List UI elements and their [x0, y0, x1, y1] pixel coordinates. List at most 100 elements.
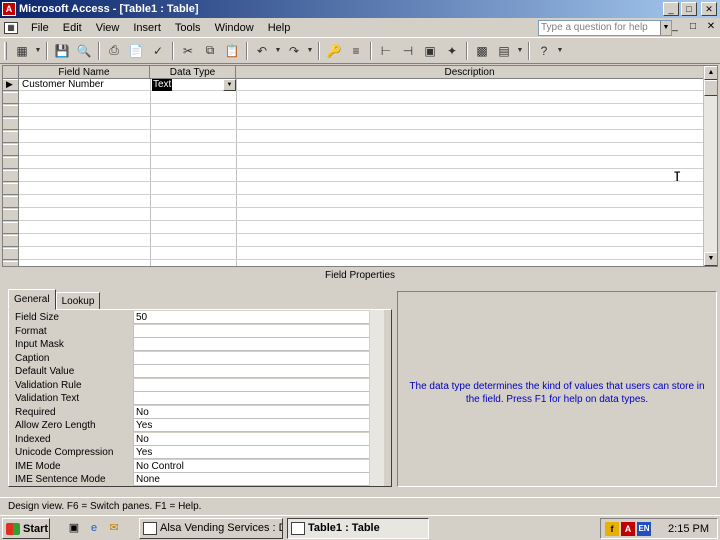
property-value-field[interactable]: None [133, 473, 369, 486]
chevron-down-icon[interactable]: ▼ [223, 79, 236, 91]
task-table1[interactable]: Table1 : Table [287, 518, 429, 539]
scroll-down-icon[interactable]: ▼ [704, 252, 717, 266]
empty-table-row[interactable] [19, 235, 703, 247]
property-value-field[interactable]: Yes [133, 446, 369, 459]
doc-minimize-button[interactable]: _ [668, 20, 682, 34]
menu-insert[interactable]: Insert [126, 22, 168, 34]
empty-table-row[interactable] [19, 183, 703, 195]
scroll-thumb[interactable] [704, 80, 717, 96]
empty-table-row[interactable] [19, 157, 703, 169]
row-selector[interactable] [3, 196, 18, 208]
minimize-button[interactable]: _ [663, 2, 679, 16]
menu-edit[interactable]: Edit [56, 22, 89, 34]
empty-table-row[interactable] [19, 209, 703, 221]
empty-table-row[interactable] [19, 261, 703, 266]
chevron-down-icon[interactable]: ▼ [33, 41, 43, 61]
copy-icon[interactable]: ⧉ [199, 41, 221, 61]
database-window-icon[interactable]: ▩ [471, 41, 493, 61]
cut-icon[interactable]: ✂ [177, 41, 199, 61]
row-selector[interactable] [3, 248, 18, 260]
grid-vertical-scrollbar[interactable]: ▲ ▼ [703, 66, 717, 266]
scroll-up-icon[interactable]: ▲ [704, 66, 717, 80]
save-icon[interactable]: 💾 [51, 41, 73, 61]
empty-table-row[interactable] [19, 196, 703, 208]
chevron-down-icon[interactable]: ▼ [273, 41, 283, 61]
outlook-express-icon[interactable]: ✉ [106, 520, 122, 536]
row-selector[interactable] [3, 118, 18, 130]
row-selector[interactable] [3, 170, 18, 182]
task-alsa-vending-services[interactable]: Alsa Vending Services : D... [139, 518, 283, 539]
build-icon[interactable]: ✦ [441, 41, 463, 61]
tray-ati-icon[interactable]: A [621, 521, 635, 536]
restore-button[interactable]: □ [681, 2, 697, 16]
print-icon[interactable]: ⎙ [103, 41, 125, 61]
new-object-icon[interactable]: ▤ [493, 41, 515, 61]
property-value-field[interactable]: Yes [133, 419, 369, 432]
paste-icon[interactable]: 📋 [221, 41, 243, 61]
property-value-field[interactable] [133, 324, 369, 338]
chevron-down-icon[interactable]: ▼ [305, 41, 315, 61]
row-selector-current[interactable]: ▶ [3, 79, 18, 91]
row-selector[interactable] [3, 183, 18, 195]
property-value-field[interactable] [133, 365, 369, 378]
row-selector[interactable] [3, 261, 18, 266]
tab-general[interactable]: General [8, 289, 56, 310]
empty-table-row[interactable] [19, 92, 703, 104]
language-indicator[interactable]: EN [637, 521, 651, 536]
row-selector[interactable] [3, 222, 18, 234]
ask-question-input[interactable]: Type a question for help ▼ [538, 20, 672, 36]
menu-view[interactable]: View [89, 22, 127, 34]
view-icon[interactable]: ▦ [11, 41, 33, 61]
row-selector[interactable] [3, 235, 18, 247]
tab-lookup[interactable]: Lookup [55, 292, 101, 310]
show-desktop-icon[interactable]: ▣ [66, 520, 82, 536]
chevron-down-icon[interactable]: ▼ [515, 41, 525, 61]
column-header-description[interactable]: Description [236, 66, 703, 79]
empty-table-row[interactable] [19, 144, 703, 156]
delete-rows-icon[interactable]: ⊣ [397, 41, 419, 61]
menu-file[interactable]: File [24, 22, 56, 34]
row-selector[interactable] [3, 92, 18, 104]
row-selector[interactable] [3, 131, 18, 143]
primary-key-icon[interactable]: 🔑 [323, 41, 345, 61]
column-header-data-type[interactable]: Data Type [150, 66, 236, 79]
menu-help[interactable]: Help [261, 22, 298, 34]
redo-icon[interactable]: ↷ [283, 41, 305, 61]
insert-rows-icon[interactable]: ⊢ [375, 41, 397, 61]
close-button[interactable]: ✕ [701, 2, 717, 16]
empty-table-row[interactable] [19, 170, 703, 182]
description-cell[interactable] [236, 79, 703, 91]
property-value-field[interactable]: No [133, 405, 369, 419]
tray-f-icon[interactable]: f [605, 521, 619, 536]
column-header-field-name[interactable]: Field Name [19, 66, 150, 79]
doc-close-button[interactable]: ✕ [704, 20, 718, 34]
menu-tools[interactable]: Tools [168, 22, 208, 34]
undo-icon[interactable]: ↶ [251, 41, 273, 61]
start-button[interactable]: Start [2, 518, 50, 539]
row-selector[interactable] [3, 209, 18, 221]
row-selector[interactable] [3, 157, 18, 169]
data-type-select[interactable]: Text ▼ [150, 79, 236, 91]
row-selector[interactable] [3, 144, 18, 156]
property-value-field[interactable] [133, 378, 369, 392]
properties-icon[interactable]: ▣ [419, 41, 441, 61]
print-preview-icon[interactable]: 📄 [125, 41, 147, 61]
field-name-cell[interactable]: Customer Number [19, 79, 150, 91]
empty-table-row[interactable] [19, 222, 703, 234]
table-document-icon[interactable]: ▦ [4, 21, 18, 34]
clock[interactable]: 2:15 PM [668, 523, 709, 535]
property-value-field[interactable] [133, 392, 369, 405]
doc-restore-button[interactable]: □ [686, 20, 700, 34]
menu-window[interactable]: Window [208, 22, 261, 34]
title-bar[interactable]: A Microsoft Access - [Table1 : Table] _ … [0, 0, 720, 18]
indexes-icon[interactable]: ≡ [345, 41, 367, 61]
property-value-field[interactable] [133, 338, 369, 351]
property-value-field[interactable]: No [133, 432, 369, 446]
internet-explorer-icon[interactable]: e [86, 520, 102, 536]
table-design-grid[interactable]: Field Name Data Type Description ▶ Custo… [2, 65, 718, 267]
property-scrollbar[interactable] [370, 310, 384, 486]
search-icon[interactable]: 🔍 [73, 41, 95, 61]
empty-table-row[interactable] [19, 118, 703, 130]
property-value-field[interactable]: 50 [133, 311, 369, 324]
property-value-field[interactable] [133, 351, 369, 365]
